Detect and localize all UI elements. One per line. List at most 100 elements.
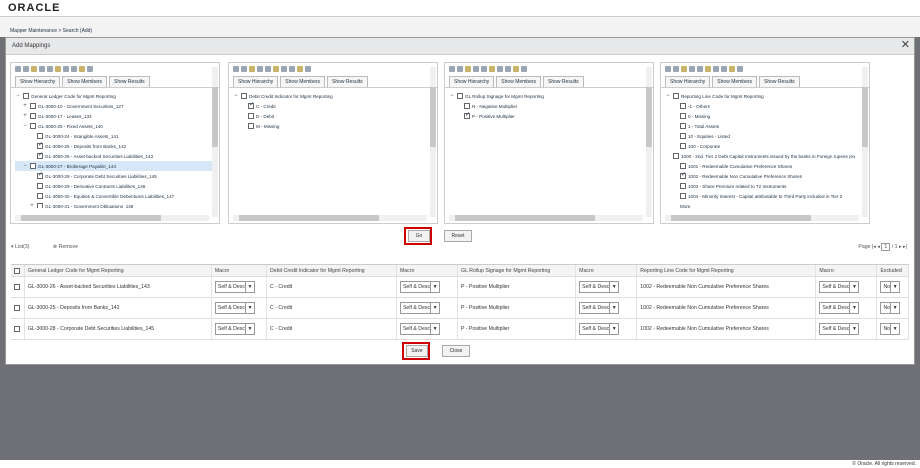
tree-node[interactable]: − General Ledger Code for Mgmt Reporting <box>15 91 215 101</box>
tab-1[interactable]: Show Members <box>712 76 758 87</box>
node-checkbox[interactable] <box>30 103 36 109</box>
expand-icon[interactable]: − <box>233 93 239 99</box>
chevron-down-icon[interactable]: ▼ <box>849 323 858 335</box>
tree-node[interactable]: + GL-3000-17 - Leases_134 <box>15 111 215 121</box>
node-checkbox[interactable] <box>673 153 679 159</box>
expand-icon[interactable]: − <box>665 93 671 99</box>
toolbar-icon[interactable] <box>47 66 53 72</box>
toolbar-icon[interactable] <box>23 66 29 72</box>
expand-icon[interactable] <box>672 173 678 179</box>
column-header[interactable]: GL Rollup Signage for Mgmt Reporting <box>458 265 577 276</box>
macro-select[interactable]: Self & Desc ▼ <box>399 302 441 314</box>
macro-select[interactable]: Self & Desc ▼ <box>819 323 860 335</box>
macro-select[interactable]: Self & Desc ▼ <box>214 323 255 335</box>
node-checkbox[interactable] <box>680 143 686 149</box>
toolbar-icon[interactable] <box>681 66 687 72</box>
node-checkbox[interactable] <box>680 133 686 139</box>
tab-0[interactable]: Show Hierarchy <box>233 76 279 87</box>
node-checkbox[interactable] <box>464 111 470 119</box>
expand-icon[interactable] <box>672 113 678 119</box>
toolbar-icon[interactable] <box>673 66 679 72</box>
column-header[interactable]: General Ledger Code for Mgmt Reporting <box>25 265 212 276</box>
tab-2[interactable]: Show Results <box>543 76 584 87</box>
excluded-select[interactable]: No ▼ <box>880 302 901 314</box>
tree-node[interactable]: − GL Rollup Signage for Mgmt Reporting <box>449 91 649 101</box>
last-page-icon[interactable]: ▸| <box>902 244 907 250</box>
chevron-down-icon[interactable]: ▼ <box>609 323 618 335</box>
tree-node[interactable]: 1000 - 2nd. Tier 2 Debt Capital Instrume… <box>665 151 865 161</box>
toolbar-icon[interactable] <box>233 66 239 72</box>
remove-button[interactable]: Remove <box>59 244 78 250</box>
toolbar-icon[interactable] <box>665 66 671 72</box>
vertical-scrollbar[interactable] <box>430 67 436 217</box>
chevron-down-icon[interactable]: ▼ <box>244 302 254 314</box>
node-checkbox[interactable] <box>248 123 254 129</box>
horizontal-scrollbar[interactable] <box>449 215 643 221</box>
expand-icon[interactable] <box>672 123 678 129</box>
toolbar-icon[interactable] <box>521 66 527 72</box>
node-checkbox[interactable] <box>680 193 686 199</box>
toolbar-icon[interactable] <box>505 66 511 72</box>
toolbar-icon[interactable] <box>31 66 37 72</box>
expand-icon[interactable] <box>672 183 678 189</box>
expand-icon[interactable] <box>29 173 35 179</box>
macro-select[interactable]: Self & Desc ▼ <box>214 302 255 314</box>
chevron-down-icon[interactable]: ▼ <box>244 323 254 335</box>
node-checkbox[interactable] <box>680 163 686 169</box>
node-checkbox[interactable] <box>673 93 679 99</box>
chevron-down-icon[interactable]: ▼ <box>430 281 439 293</box>
toolbar-icon[interactable] <box>305 66 311 72</box>
toolbar-icon[interactable] <box>71 66 77 72</box>
chevron-down-icon[interactable]: ▼ <box>609 302 618 314</box>
column-header[interactable]: Debit Credit Indicator for Mgmt Reportin… <box>267 265 397 276</box>
tree-node[interactable]: GL-3000-29 - Derivative Contracts Liabil… <box>15 181 215 191</box>
toolbar-icon[interactable] <box>15 66 21 72</box>
chevron-down-icon[interactable]: ▼ <box>849 302 858 314</box>
expand-icon[interactable] <box>456 113 462 119</box>
tree-node[interactable]: − Debit Credit Indicator for Mgmt Reporti… <box>233 91 433 101</box>
toolbar-icon[interactable] <box>481 66 487 72</box>
toolbar-icon[interactable] <box>63 66 69 72</box>
expand-icon[interactable] <box>29 133 35 139</box>
toolbar-icon[interactable] <box>249 66 255 72</box>
chevron-down-icon[interactable]: ▼ <box>609 281 618 293</box>
excluded-select[interactable]: No ▼ <box>880 281 901 293</box>
toolbar-icon[interactable] <box>497 66 503 72</box>
tree-node[interactable]: 1 - Total Assets <box>665 121 865 131</box>
column-header[interactable]: Macro <box>397 265 459 276</box>
expand-icon[interactable] <box>672 143 678 149</box>
tree-node[interactable]: GL-3000-28 - Corporate Debt Securities L… <box>15 171 215 181</box>
toolbar-icon[interactable] <box>281 66 287 72</box>
tree-node[interactable]: N - Negative Multiplier <box>449 101 649 111</box>
expand-icon[interactable] <box>29 183 35 189</box>
macro-select[interactable]: Self & Desc ▼ <box>579 281 620 293</box>
vertical-scrollbar[interactable] <box>212 67 218 217</box>
expand-icon[interactable] <box>29 153 35 159</box>
tree-node[interactable]: + GL-3000-10 - Government Securities_127 <box>15 101 215 111</box>
node-checkbox[interactable] <box>457 93 463 99</box>
expand-icon[interactable] <box>672 133 678 139</box>
page-input[interactable]: 1 <box>881 243 891 251</box>
toolbar-icon[interactable] <box>297 66 303 72</box>
tab-2[interactable]: Show Results <box>109 76 150 87</box>
macro-select[interactable]: Self & Desc ▼ <box>579 302 620 314</box>
tree-node[interactable]: − GL-3000-27 - Brokerage Payable_144 <box>15 161 215 171</box>
tree-node[interactable]: 1003 - Share Premium related to T2 Instr… <box>665 181 865 191</box>
toolbar-icon[interactable] <box>39 66 45 72</box>
toolbar-icon[interactable] <box>273 66 279 72</box>
tree-node[interactable]: P - Positive Multiplier <box>449 111 649 121</box>
macro-select[interactable]: Self & Desc ▼ <box>214 281 255 293</box>
tree-node[interactable]: GL-3000-25 - Deposits from Banks_142 <box>15 141 215 151</box>
node-checkbox[interactable] <box>30 123 36 129</box>
macro-select[interactable]: Self & Desc ▼ <box>819 302 860 314</box>
node-checkbox[interactable] <box>30 163 36 169</box>
toolbar-icon[interactable] <box>289 66 295 72</box>
node-checkbox[interactable] <box>37 203 43 208</box>
tab-2[interactable]: Show Results <box>327 76 368 87</box>
chevron-down-icon[interactable]: ▼ <box>890 302 899 314</box>
tree-node[interactable]: 0 - Missing <box>665 111 865 121</box>
toolbar-icon[interactable] <box>737 66 743 72</box>
tree-node[interactable]: 1004 - Minority Interest - Capital attri… <box>665 191 865 201</box>
macro-select[interactable]: Self & Desc ▼ <box>399 281 441 293</box>
expand-icon[interactable]: − <box>449 93 455 99</box>
